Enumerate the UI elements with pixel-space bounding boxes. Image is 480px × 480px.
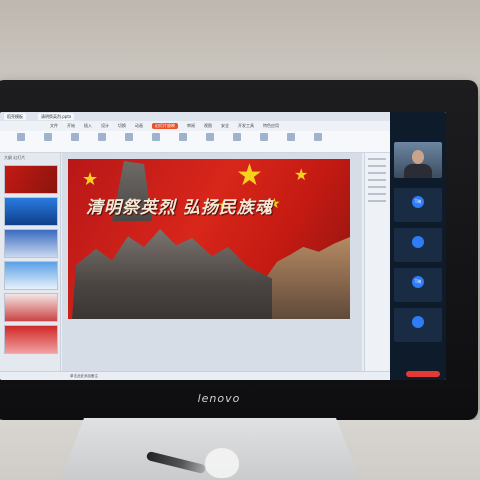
ribbon-icon <box>233 133 241 141</box>
brand-logo: lenovo <box>197 392 241 405</box>
menu-insert[interactable]: 插入 <box>84 123 92 129</box>
ribbon-button[interactable] <box>280 133 302 143</box>
statue-group <box>72 229 272 319</box>
ribbon-button[interactable] <box>145 133 167 143</box>
avatar: T晓 <box>412 276 424 288</box>
menu-file[interactable]: 文件 <box>50 123 58 129</box>
monitor: 稻壳模板 清明祭英烈.pptx 文件 开始 插入 设计 切换 动画 幻灯片放映 … <box>0 80 478 420</box>
ribbon-button[interactable] <box>118 133 140 143</box>
avatar <box>412 236 424 248</box>
menu-review[interactable]: 审阅 <box>187 123 195 129</box>
pane-option[interactable] <box>368 200 386 202</box>
slide-thumbnail[interactable] <box>4 165 58 194</box>
participant-tile[interactable]: T晓 <box>394 268 442 302</box>
status-bar: 单击此处添加备注 <box>0 371 390 380</box>
ribbon-button[interactable] <box>199 133 221 143</box>
ribbon-icon <box>71 133 79 141</box>
tab-docer[interactable]: 稻壳模板 <box>4 113 26 120</box>
menu-design[interactable]: 设计 <box>101 123 109 129</box>
participant-tile[interactable]: T晓 <box>394 188 442 222</box>
task-pane <box>364 153 389 371</box>
menu-view[interactable]: 视图 <box>204 123 212 129</box>
avatar <box>412 316 424 328</box>
pane-option[interactable] <box>368 193 386 195</box>
ribbon-icon <box>179 133 187 141</box>
ribbon-button[interactable] <box>91 133 113 143</box>
menu-home[interactable]: 开始 <box>67 123 75 129</box>
ribbon-button[interactable] <box>37 133 59 143</box>
star-icon: ★ <box>82 169 99 190</box>
ribbon-button[interactable] <box>253 133 275 143</box>
menu-bar: 文件 开始 插入 设计 切换 动画 幻灯片放映 审阅 视图 安全 开发工具 特色… <box>0 121 446 131</box>
person-face <box>412 150 424 164</box>
apple-logo-icon <box>205 448 239 478</box>
ribbon-icon <box>152 133 160 141</box>
ribbon-icon <box>17 133 25 141</box>
ribbon-icon <box>98 133 106 141</box>
slide-thumbnail[interactable] <box>4 261 58 290</box>
slide-thumbnail[interactable] <box>4 229 58 258</box>
participant-tile[interactable] <box>394 228 442 262</box>
pane-option[interactable] <box>368 179 386 181</box>
tab-document[interactable]: 清明祭英烈.pptx <box>38 113 75 120</box>
ribbon-button[interactable] <box>307 133 329 143</box>
pane-option[interactable] <box>368 165 386 167</box>
star-icon: ★ <box>294 165 309 184</box>
avatar: T晓 <box>412 196 424 208</box>
slide-thumbnail[interactable] <box>4 197 58 226</box>
slide-canvas: ★ ★ ★ ★ ★ 清明祭英烈 弘扬民族魂 <box>62 153 362 371</box>
slide-title: 清明祭英烈 弘扬民族魂 <box>86 198 273 218</box>
thumbnail-header[interactable]: 大纲 幻灯片 <box>0 153 60 163</box>
pane-option[interactable] <box>368 172 386 174</box>
slide-thumbnails-panel: 大纲 幻灯片 <box>0 153 61 371</box>
ribbon-icon <box>44 133 52 141</box>
slide-thumbnail[interactable] <box>4 325 58 354</box>
person-body <box>404 164 432 178</box>
notes-placeholder[interactable]: 单击此处添加备注 <box>70 372 98 380</box>
end-call-button[interactable] <box>406 371 440 377</box>
pane-option[interactable] <box>368 158 386 160</box>
ribbon-button[interactable] <box>10 133 32 143</box>
ribbon-icon <box>206 133 214 141</box>
ribbon-button[interactable] <box>64 133 86 143</box>
star-icon: ★ <box>236 159 263 193</box>
ribbon-icon <box>314 133 322 141</box>
menu-animation[interactable]: 动画 <box>135 123 143 129</box>
pane-option[interactable] <box>368 186 386 188</box>
ribbon-button[interactable] <box>226 133 248 143</box>
screen: 稻壳模板 清明祭英烈.pptx 文件 开始 插入 设计 切换 动画 幻灯片放映 … <box>0 112 446 380</box>
ribbon-icon <box>125 133 133 141</box>
slide-thumbnail[interactable] <box>4 293 58 322</box>
menu-transition[interactable]: 切换 <box>118 123 126 129</box>
menu-slideshow[interactable]: 幻灯片放映 <box>152 123 178 129</box>
menu-security[interactable]: 安全 <box>221 123 229 129</box>
ribbon-icon <box>260 133 268 141</box>
camera-feed[interactable] <box>394 142 442 178</box>
menu-dev-tools[interactable]: 开发工具 <box>238 123 254 129</box>
ribbon <box>0 131 446 153</box>
participant-tile[interactable] <box>394 308 442 342</box>
menu-special[interactable]: 特色应用 <box>263 123 279 129</box>
ribbon-icon <box>287 133 295 141</box>
ribbon-button[interactable] <box>172 133 194 143</box>
slide[interactable]: ★ ★ ★ ★ ★ 清明祭英烈 弘扬民族魂 <box>68 159 350 319</box>
